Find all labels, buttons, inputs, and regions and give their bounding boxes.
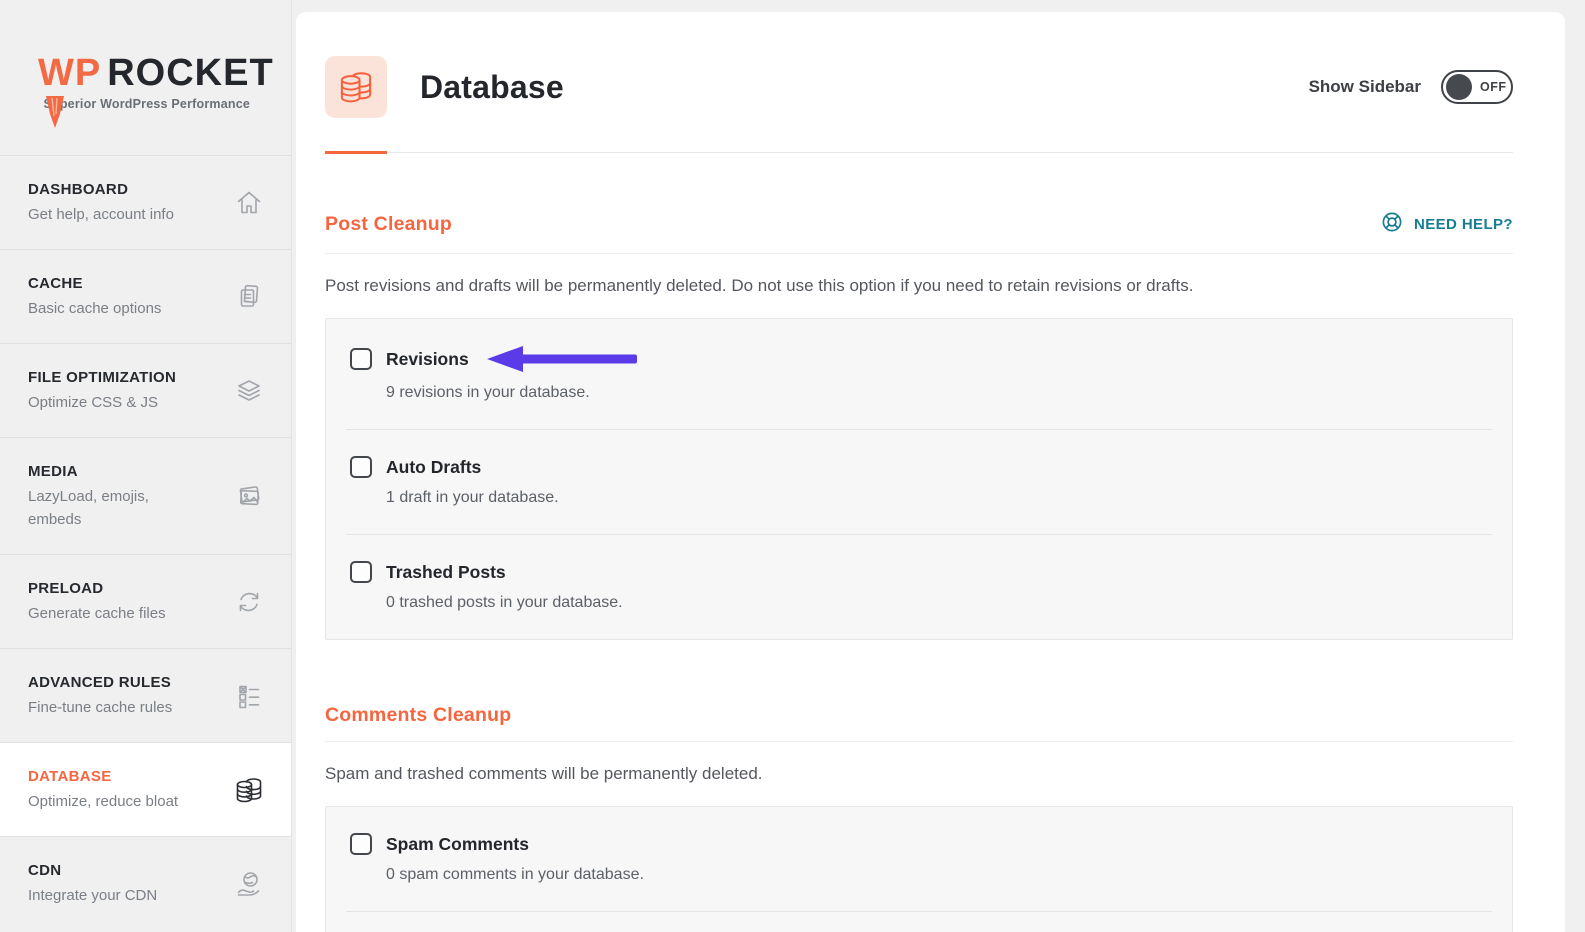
sidebar-item-subtitle: Basic cache options [28, 297, 206, 320]
sidebar-item-advanced-rules[interactable]: ADVANCED RULES Fine-tune cache rules [0, 648, 291, 742]
cdn-globe-icon [233, 868, 265, 900]
sidebar-item-title: FILE OPTIMIZATION [28, 367, 206, 389]
sidebar-item-title: CDN [28, 860, 206, 882]
sidebar-item-subtitle: Fine-tune cache rules [28, 696, 206, 719]
layers-icon [233, 375, 265, 407]
sidebar-item-title: ADVANCED RULES [28, 672, 206, 694]
option-trashed-posts: Trashed Posts 0 trashed posts in your da… [326, 535, 1512, 639]
sidebar-item-media[interactable]: MEDIA LazyLoad, emojis, embeds [0, 437, 291, 554]
logo-rocket-text: ROCKET [107, 52, 273, 94]
sidebar-item-subtitle: Get help, account info [28, 203, 206, 226]
database-page-icon [325, 56, 387, 118]
option-label: Auto Drafts [386, 457, 481, 478]
option-label: Trashed Posts [386, 562, 506, 583]
section-description: Spam and trashed comments will be perman… [325, 762, 1513, 786]
divider [325, 741, 1513, 742]
spam-comments-checkbox[interactable] [350, 833, 372, 855]
option-description: 0 spam comments in your database. [386, 864, 1488, 886]
sidebar-item-subtitle: LazyLoad, emojis, embeds [28, 485, 198, 531]
sidebar-item-dashboard[interactable]: DASHBOARD Get help, account info [0, 155, 291, 249]
database-icon [233, 774, 265, 806]
comments-cleanup-panel: Spam Comments 0 spam comments in your da… [325, 806, 1513, 932]
show-sidebar-toggle[interactable]: OFF [1441, 70, 1513, 104]
sidebar-item-title: DASHBOARD [28, 179, 206, 201]
sidebar-item-title: CACHE [28, 273, 206, 295]
need-help-label: NEED HELP? [1414, 216, 1513, 233]
section-post-cleanup: Post Cleanup NEED HELP? Post revisions a… [325, 210, 1513, 640]
page-title: Database [420, 69, 564, 106]
need-help-link[interactable]: NEED HELP? [1380, 210, 1513, 239]
option-revisions: Revisions 9 revisions in your database. [326, 319, 1512, 429]
sidebar-nav: DASHBOARD Get help, account info CACHE B… [0, 155, 291, 930]
option-auto-drafts: Auto Drafts 1 draft in your database. [326, 430, 1512, 534]
sidebar: WPROCKET Superior WordPress Performance … [0, 0, 292, 932]
main-content: Database Show Sidebar OFF Post Cleanup [296, 12, 1565, 932]
tab-underline [325, 151, 1513, 154]
annotation-arrow-icon [487, 345, 637, 373]
option-description: 1 draft in your database. [386, 487, 1488, 509]
sidebar-item-subtitle: Optimize CSS & JS [28, 391, 206, 414]
active-tab-indicator [325, 151, 387, 154]
media-icon [233, 480, 265, 512]
auto-drafts-checkbox[interactable] [350, 456, 372, 478]
sidebar-item-title: PRELOAD [28, 578, 206, 600]
option-description: 0 trashed posts in your database. [386, 592, 1488, 614]
option-label: Spam Comments [386, 834, 529, 855]
logo-tagline: Superior WordPress Performance [38, 97, 250, 111]
show-sidebar-label: Show Sidebar [1309, 77, 1421, 97]
sidebar-item-subtitle: Optimize, reduce bloat [28, 790, 206, 813]
trashed-posts-checkbox[interactable] [350, 561, 372, 583]
section-comments-cleanup: Comments Cleanup Spam and trashed commen… [325, 704, 1513, 932]
rocket-flame-icon [44, 96, 66, 130]
option-spam-comments: Spam Comments 0 spam comments in your da… [326, 807, 1512, 911]
revisions-checkbox[interactable] [350, 348, 372, 370]
rules-icon [233, 680, 265, 712]
lifebuoy-icon [1380, 210, 1404, 239]
home-icon [233, 187, 265, 219]
post-cleanup-panel: Revisions 9 revisions in your database. … [325, 318, 1513, 640]
section-title: Comments Cleanup [325, 704, 511, 727]
toggle-knob [1446, 74, 1472, 100]
divider [325, 253, 1513, 254]
option-label: Revisions [386, 349, 469, 370]
sidebar-item-subtitle: Integrate your CDN [28, 884, 206, 907]
pages-icon [233, 281, 265, 313]
logo-wp-text: WP [38, 52, 101, 94]
sidebar-item-database[interactable]: DATABASE Optimize, reduce bloat [0, 742, 291, 836]
sidebar-item-subtitle: Generate cache files [28, 602, 206, 625]
sidebar-item-preload[interactable]: PRELOAD Generate cache files [0, 554, 291, 648]
sidebar-item-cdn[interactable]: CDN Integrate your CDN [0, 836, 291, 930]
page-header: Database Show Sidebar OFF [325, 56, 1513, 118]
wp-rocket-logo: WPROCKET Superior WordPress Performance [0, 0, 291, 155]
option-description: 9 revisions in your database. [386, 382, 1488, 404]
sidebar-item-cache[interactable]: CACHE Basic cache options [0, 249, 291, 343]
toggle-state-label: OFF [1480, 80, 1507, 94]
refresh-icon [233, 586, 265, 618]
section-description: Post revisions and drafts will be perman… [325, 274, 1513, 298]
section-title: Post Cleanup [325, 213, 452, 236]
sidebar-item-file-optimization[interactable]: FILE OPTIMIZATION Optimize CSS & JS [0, 343, 291, 437]
sidebar-item-title: MEDIA [28, 461, 198, 483]
sidebar-item-title: DATABASE [28, 766, 206, 788]
